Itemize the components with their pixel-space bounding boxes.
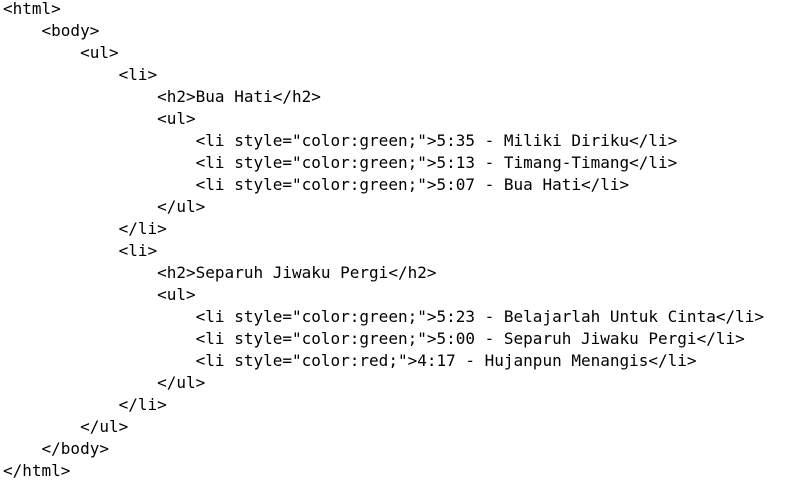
code-view: <html> <body> <ul> <li> <h2>Bua Hati</h2… <box>3 0 803 495</box>
code-line: <li style="color:green;">5:07 - Bua Hati… <box>3 175 630 194</box>
code-line: </ul> <box>3 417 129 436</box>
code-line: <li> <box>3 241 158 260</box>
code-line: </html> <box>3 461 71 480</box>
code-line: <ul> <box>3 109 196 128</box>
code-line: <li style="color:green;">5:00 - Separuh … <box>3 329 745 348</box>
code-line: <ul> <box>3 43 119 62</box>
code-line: </body> <box>3 439 109 458</box>
code-line: <li style="color:green;">5:13 - Timang-T… <box>3 153 678 172</box>
code-line: </li> <box>3 395 167 414</box>
code-line: <li style="color:red;">4:17 - Hujanpun M… <box>3 351 697 370</box>
code-line: <h2>Separuh Jiwaku Pergi</h2> <box>3 263 437 282</box>
code-line: <li style="color:green;">5:23 - Belajarl… <box>3 307 764 326</box>
code-line: <h2>Bua Hati</h2> <box>3 87 321 106</box>
code-line: <body> <box>3 21 100 40</box>
code-line: </ul> <box>3 373 206 392</box>
code-line: <li style="color:green;">5:35 - Miliki D… <box>3 131 678 150</box>
code-line: </li> <box>3 219 167 238</box>
code-line: <li> <box>3 65 158 84</box>
code-line: <html> <box>3 0 61 18</box>
code-line: <ul> <box>3 285 196 304</box>
code-line: </ul> <box>3 197 206 216</box>
